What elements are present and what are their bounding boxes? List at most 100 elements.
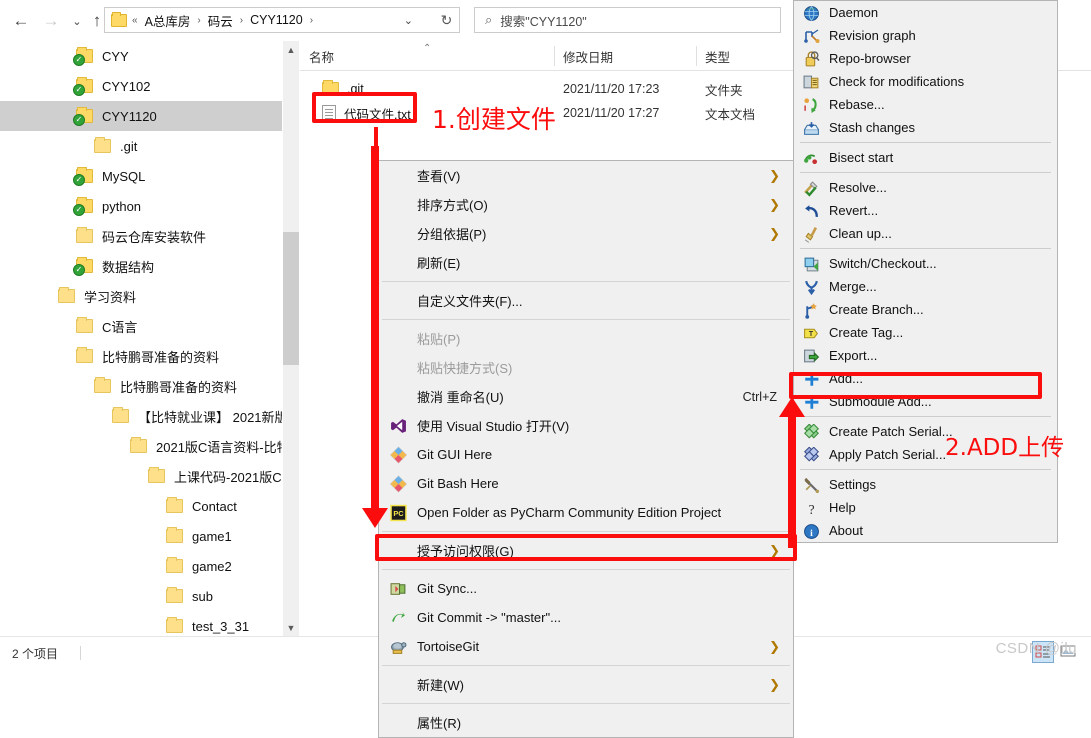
menu-separator — [382, 703, 790, 704]
breadcrumb-item-0[interactable]: A总库房 — [143, 11, 193, 30]
search-input[interactable]: 搜索"CYY1120" — [500, 11, 586, 30]
context-menu-item[interactable]: Git Commit -> "master"... — [379, 603, 793, 632]
submenu-item[interactable]: Bisect start — [794, 146, 1057, 169]
submenu-item-label: Help — [829, 500, 856, 515]
submenu-item[interactable]: Rebase... — [794, 93, 1057, 116]
tree-item-14[interactable]: 上课代码-2021版C语言-【比特 — [0, 461, 282, 491]
chevron-down-icon[interactable]: ▼ — [283, 619, 299, 636]
back-button[interactable]: ← — [8, 8, 34, 34]
context-menu-item[interactable]: Git GUI Here — [379, 440, 793, 469]
submenu-item[interactable]: Resolve... — [794, 176, 1057, 199]
context-menu-item[interactable]: Git Bash Here — [379, 469, 793, 498]
context-menu-item[interactable]: 新建(W) ❯ — [379, 670, 793, 699]
folder-icon: ✓ — [73, 77, 93, 96]
scrollbar-thumb[interactable] — [283, 232, 299, 365]
context-menu-item[interactable]: 查看(V) ❯ — [379, 161, 793, 190]
submenu-item[interactable]: i About — [794, 519, 1057, 542]
submenu-item[interactable]: Repo-browser — [794, 47, 1057, 70]
folder-icon — [166, 617, 183, 633]
menu-item-label: Git Sync... — [417, 581, 477, 596]
switch-checkout-icon — [803, 256, 821, 272]
submenu-item[interactable]: Settings — [794, 473, 1057, 496]
tree-item-label: CYY1120 — [102, 108, 157, 124]
tree-item-1[interactable]: ✓ CYY102 — [0, 71, 282, 101]
file-name-cell[interactable]: 代码文件.txt — [300, 101, 411, 125]
column-header-modified[interactable]: 修改日期 — [554, 41, 696, 71]
submenu-item[interactable]: Check for modifications — [794, 70, 1057, 93]
menu-separator — [382, 665, 790, 666]
context-menu-item[interactable]: Git Sync... — [379, 574, 793, 603]
address-bar[interactable]: « A总库房 › 码云 › CYY1120 › ⌄ — [104, 7, 444, 33]
tree-item-2[interactable]: ✓ CYY1120 — [0, 101, 282, 131]
context-menu-item[interactable]: PC Open Folder as PyCharm Community Editi… — [379, 498, 793, 527]
column-header-type[interactable]: 类型 — [696, 41, 806, 71]
git-status-badge-icon: ✓ — [73, 174, 85, 186]
search-box[interactable]: ⌕ 搜索"CYY1120" — [474, 7, 781, 33]
menu-separator — [382, 281, 790, 282]
git-status-badge-icon: ✓ — [73, 264, 85, 276]
submenu-item[interactable]: Submodule Add... — [794, 390, 1057, 413]
context-menu-item[interactable]: 属性(R) — [379, 708, 793, 737]
submenu-separator — [800, 416, 1051, 417]
tree-item-10[interactable]: 比特鹏哥准备的资料 — [0, 341, 282, 371]
tree-item-7[interactable]: ✓ 数据结构 — [0, 251, 282, 281]
chevron-up-icon[interactable]: ▲ — [283, 41, 299, 58]
context-menu-item[interactable]: 授予访问权限(G) ❯ — [379, 536, 793, 565]
folder-icon: ✓ — [73, 167, 93, 186]
submenu-item[interactable]: Merge... — [794, 275, 1057, 298]
tree-item-5[interactable]: ✓ python — [0, 191, 282, 221]
tree-item-11[interactable]: 比特鹏哥准备的资料 — [0, 371, 282, 401]
tree-item-19[interactable]: test_3_31 — [0, 611, 282, 636]
chevron-down-icon[interactable]: ⌄ — [404, 14, 413, 27]
refresh-button[interactable]: ↻ — [434, 7, 460, 33]
tree-scrollbar[interactable]: ▲ ▼ — [283, 41, 299, 636]
submenu-item[interactable]: ? Help — [794, 496, 1057, 519]
file-name-cell[interactable]: .git — [300, 77, 364, 101]
forward-button[interactable]: → — [38, 8, 64, 34]
tree-item-9[interactable]: C语言 — [0, 311, 282, 341]
menu-item-label: 自定义文件夹(F)... — [417, 294, 523, 309]
tree-item-3[interactable]: .git — [0, 131, 282, 161]
tree-item-18[interactable]: sub — [0, 581, 282, 611]
folder-icon — [166, 557, 183, 573]
submenu-item[interactable]: Stash changes — [794, 116, 1057, 139]
context-menu-item[interactable]: TortoiseGit ❯ — [379, 632, 793, 661]
folder-icon — [322, 80, 339, 96]
context-menu-item[interactable]: 使用 Visual Studio 打开(V) — [379, 411, 793, 440]
context-menu[interactable]: 查看(V) ❯ 排序方式(O) ❯ 分组依据(P) ❯ 刷新(E) 自定义文件夹(F)... 粘… — [378, 160, 794, 738]
tree-item-16[interactable]: game1 — [0, 521, 282, 551]
breadcrumb-item-2[interactable]: CYY1120 — [248, 13, 305, 27]
tree-item-0[interactable]: ✓ CYY — [0, 41, 282, 71]
context-menu-item[interactable]: 排序方式(O) ❯ — [379, 190, 793, 219]
git-commit-icon — [390, 609, 407, 626]
tree-item-12[interactable]: 【比特就业课】 2021新版本课件- — [0, 401, 282, 431]
submenu-item[interactable]: Revision graph — [794, 24, 1057, 47]
submenu-item[interactable]: T Create Tag... — [794, 321, 1057, 344]
navigation-tree-pane[interactable]: ✓ CYY ✓ CYY102 ✓ CYY1120 .git ✓ MySQL ✓ python 码云仓库… — [0, 41, 282, 636]
submenu-separator — [800, 248, 1051, 249]
context-menu-item[interactable]: 自定义文件夹(F)... — [379, 286, 793, 315]
tree-item-13[interactable]: 2021版C语言资料-比特就业课 — [0, 431, 282, 461]
git-icon — [390, 446, 407, 463]
tree-item-17[interactable]: game2 — [0, 551, 282, 581]
create-tag-icon: T — [803, 325, 821, 341]
submenu-item-label: Daemon — [829, 5, 879, 20]
submenu-item[interactable]: Revert... — [794, 199, 1057, 222]
tree-item-15[interactable]: Contact — [0, 491, 282, 521]
tree-item-6[interactable]: 码云仓库安装软件 — [0, 221, 282, 251]
context-menu-item[interactable]: 分组依据(P) ❯ — [379, 219, 793, 248]
context-menu-item[interactable]: 撤消 重命名(U) Ctrl+Z — [379, 382, 793, 411]
submenu-item[interactable]: Create Branch... — [794, 298, 1057, 321]
submenu-item[interactable]: Daemon — [794, 1, 1057, 24]
submenu-item[interactable]: Export... — [794, 344, 1057, 367]
breadcrumb-item-1[interactable]: 码云 — [206, 11, 235, 30]
submenu-item-label: Check for modifications — [829, 74, 965, 89]
merge-icon — [803, 279, 821, 295]
annotation-arrow-shaft-left — [371, 146, 379, 512]
tree-item-8[interactable]: 学习资料 — [0, 281, 282, 311]
submenu-item[interactable]: Add... — [794, 367, 1057, 390]
submenu-item[interactable]: Clean up... — [794, 222, 1057, 245]
submenu-item[interactable]: Switch/Checkout... — [794, 252, 1057, 275]
tree-item-4[interactable]: ✓ MySQL — [0, 161, 282, 191]
context-menu-item[interactable]: 刷新(E) — [379, 248, 793, 277]
